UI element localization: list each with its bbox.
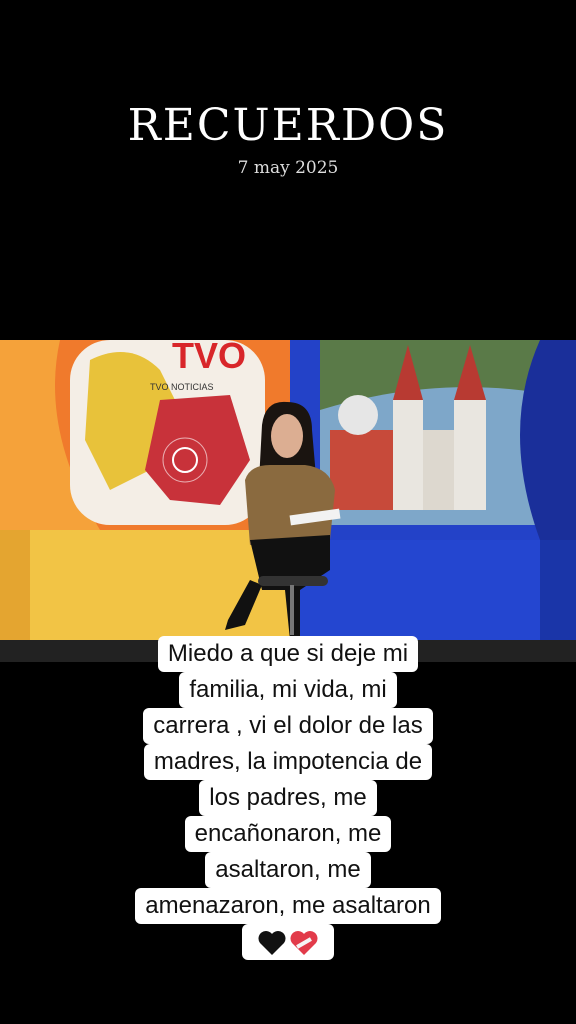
caption-line: madres, la impotencia de xyxy=(143,744,433,780)
caption-line: Miedo a que si deje mi xyxy=(157,636,419,672)
church-tower-left xyxy=(393,400,423,510)
memories-title: RECUERDOS xyxy=(127,100,449,151)
caption-overlay: Miedo a que si deje mi familia, mi vida,… xyxy=(0,636,576,960)
emoji-group xyxy=(242,924,334,960)
church-roof-left xyxy=(330,430,400,510)
church-tower-right xyxy=(454,400,486,510)
stool xyxy=(258,576,328,586)
tvo-logo: TVO xyxy=(172,340,246,376)
caption-line: carrera , vi el dolor de las xyxy=(143,708,433,744)
caption-line: asaltaron, me xyxy=(205,852,371,888)
studio-scene-image: TVO TVO NOTICIAS xyxy=(0,340,576,662)
recuerdos-header: RECUERDOS 7 may 2025 xyxy=(0,0,576,340)
caption-line: familia, mi vida, mi xyxy=(179,672,397,708)
memory-date: 7 may 2025 xyxy=(237,158,339,178)
church-dome xyxy=(338,395,378,435)
tvo-noticias-label: TVO NOTICIAS xyxy=(150,382,214,392)
caption-line: amenazaron, me asaltaron xyxy=(135,888,441,924)
news-studio-frame: TVO TVO NOTICIAS xyxy=(0,340,576,662)
caption-line: encañonaron, me xyxy=(184,816,392,852)
black-heart-icon xyxy=(258,930,286,955)
caption-line: los padres, me xyxy=(199,780,377,816)
